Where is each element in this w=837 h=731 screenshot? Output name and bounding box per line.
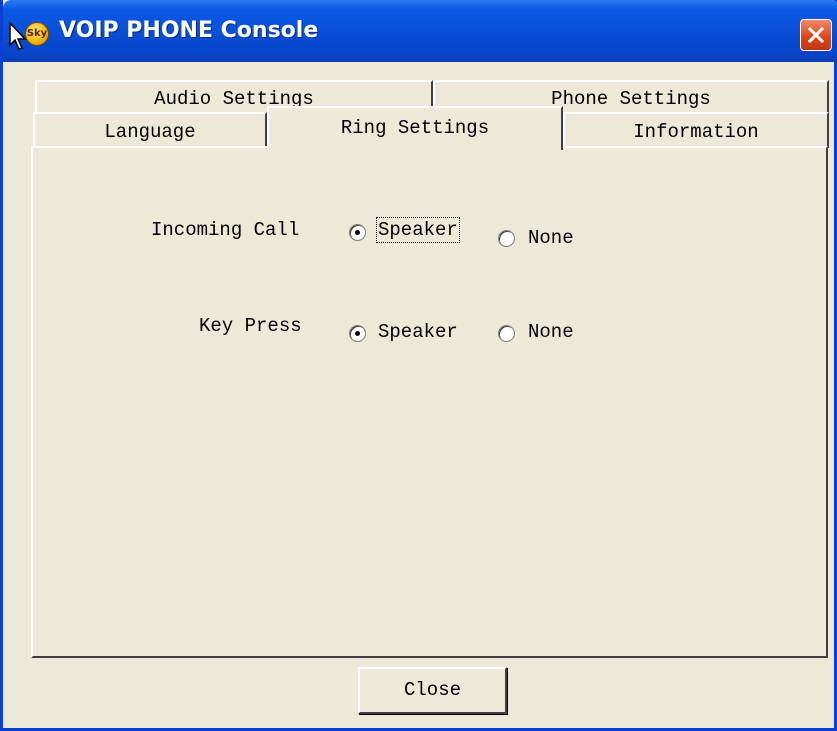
key-press-speaker-radio[interactable] bbox=[349, 325, 366, 342]
close-icon bbox=[808, 27, 824, 43]
window-title: VOIP PHONE Console bbox=[59, 18, 319, 43]
incoming-call-none-radio[interactable] bbox=[498, 230, 515, 247]
close-window-button[interactable] bbox=[800, 19, 832, 51]
key-press-none-label[interactable]: None bbox=[528, 321, 574, 343]
tab-ring-settings[interactable]: Ring Settings bbox=[267, 106, 563, 150]
title-bar[interactable]: Sky VOIP PHONE Console bbox=[3, 0, 837, 62]
key-press-none-radio[interactable] bbox=[498, 325, 515, 342]
incoming-call-label: Incoming Call bbox=[151, 219, 300, 241]
ring-settings-panel: Incoming Call Speaker None Key Press Spe… bbox=[31, 146, 828, 658]
mouse-cursor-icon bbox=[9, 22, 27, 50]
incoming-call-speaker-radio[interactable] bbox=[349, 224, 366, 241]
close-button[interactable]: Close bbox=[358, 667, 507, 714]
incoming-call-none-label[interactable]: None bbox=[528, 227, 574, 249]
key-press-label: Key Press bbox=[199, 315, 302, 337]
key-press-speaker-label[interactable]: Speaker bbox=[378, 321, 458, 343]
tab-information[interactable]: Information bbox=[563, 112, 829, 148]
incoming-call-speaker-label[interactable]: Speaker bbox=[376, 217, 460, 243]
tab-language[interactable]: Language bbox=[33, 112, 267, 148]
console-window: Sky VOIP PHONE Console Audio Settings Ph… bbox=[0, 0, 837, 731]
